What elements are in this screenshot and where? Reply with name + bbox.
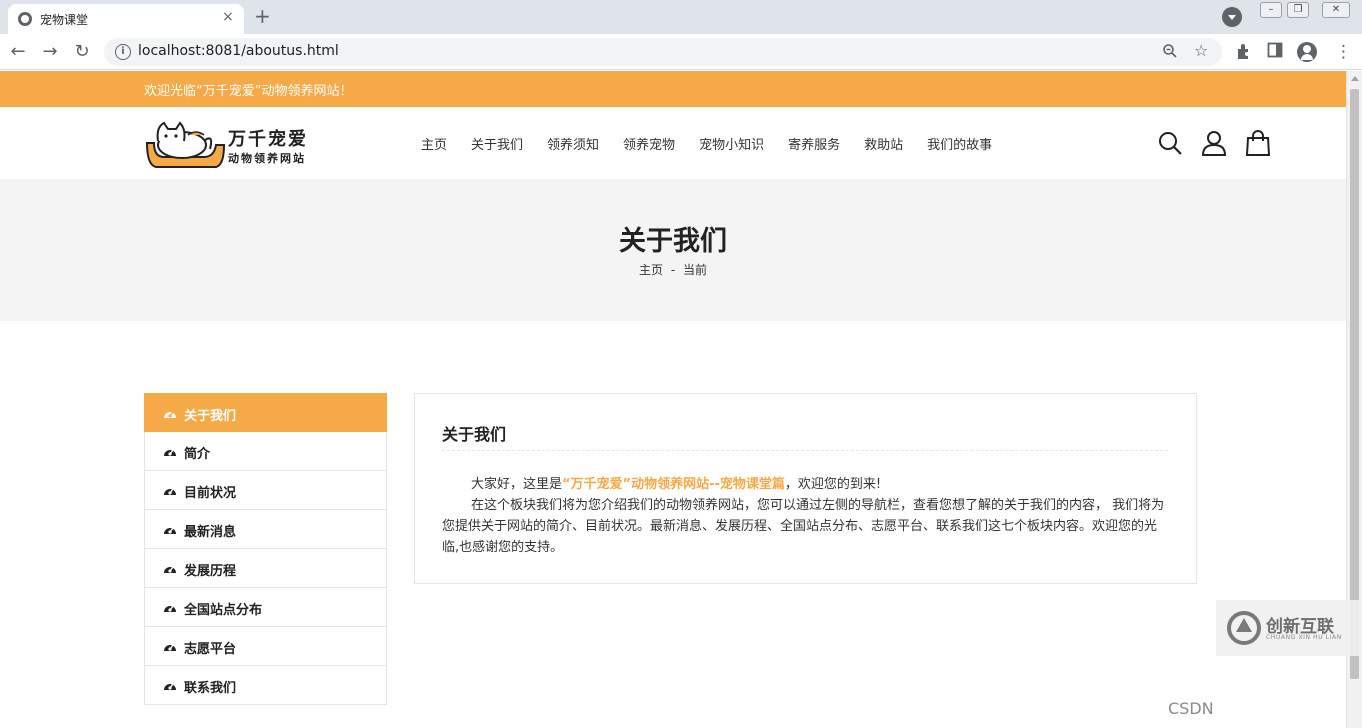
dashboard-icon bbox=[164, 605, 176, 612]
url-text[interactable]: localhost:8081/aboutus.html bbox=[138, 43, 339, 59]
zoom-icon[interactable] bbox=[1162, 43, 1178, 63]
nav-item-about[interactable]: 关于我们 bbox=[471, 134, 523, 153]
welcome-text: 欢迎光临“万千宠爱”动物领养网站！ bbox=[144, 84, 353, 99]
about-content: 关于我们 大家好，这里是“万千宠爱”动物领养网站--宠物课堂篇，欢迎您的到来! … bbox=[414, 393, 1197, 584]
sidebar-item-label: 最新消息 bbox=[184, 525, 237, 540]
tab-title: 宠物课堂 bbox=[40, 13, 89, 27]
profile-avatar-icon[interactable] bbox=[1297, 42, 1317, 62]
main-nav: 主页 关于我们 领养须知 领养宠物 宠物小知识 寄养服务 救助站 我们的故事 bbox=[421, 134, 1016, 153]
brand-subtitle: CHUANG XIN HU LIAN bbox=[1266, 634, 1342, 641]
menu-kebab-icon[interactable]: ⋮ bbox=[1335, 42, 1352, 62]
scroll-up-icon[interactable] bbox=[1351, 76, 1359, 81]
close-window-button[interactable]: ✕ bbox=[1322, 2, 1350, 18]
sidebar-item-contact[interactable]: 联系我们 bbox=[144, 666, 387, 705]
sidebar-item-label: 简介 bbox=[184, 447, 211, 462]
sidebar-item-label: 全国站点分布 bbox=[184, 603, 263, 618]
shopping-bag-icon[interactable] bbox=[1244, 129, 1272, 157]
back-icon[interactable]: ← bbox=[6, 40, 30, 64]
nav-item-rescue[interactable]: 救助站 bbox=[864, 134, 903, 153]
content-text-after: ，欢迎您的到来! bbox=[784, 477, 882, 492]
tab-search-icon[interactable] bbox=[1222, 7, 1242, 27]
breadcrumb-separator: - bbox=[670, 263, 676, 277]
sidebar-item-label: 志愿平台 bbox=[184, 642, 237, 657]
nav-item-boarding[interactable]: 寄养服务 bbox=[788, 134, 840, 153]
breadcrumb-home[interactable]: 主页 bbox=[639, 263, 663, 277]
sidebar-item-label: 目前状况 bbox=[184, 486, 237, 501]
sidebar-item-label: 联系我们 bbox=[184, 681, 237, 696]
content-paragraph: 大家好，这里是“万千宠爱”动物领养网站--宠物课堂篇，欢迎您的到来! bbox=[442, 474, 1170, 495]
sidebar-item-stations[interactable]: 全国站点分布 bbox=[144, 588, 387, 627]
reload-icon[interactable]: ↻ bbox=[70, 40, 94, 64]
sidebar-item-volunteer[interactable]: 志愿平台 bbox=[144, 627, 387, 666]
browser-tab-bar: 宠物课堂 × + – ❐ ✕ bbox=[0, 0, 1362, 34]
close-tab-icon[interactable]: × bbox=[222, 9, 234, 25]
dashboard-icon bbox=[164, 449, 176, 456]
page-title: 关于我们 bbox=[619, 226, 727, 257]
user-icon[interactable] bbox=[1200, 129, 1228, 157]
nav-item-our-story[interactable]: 我们的故事 bbox=[927, 134, 992, 153]
content-text-before: 大家好，这里是 bbox=[471, 477, 563, 492]
browser-tab[interactable]: 宠物课堂 × bbox=[8, 4, 244, 34]
web-page: 欢迎光临“万千宠爱”动物领养网站！ 万千宠爱 动物领养网站 主页 关于我们 领养… bbox=[0, 71, 1346, 728]
content-body: 大家好，这里是“万千宠爱”动物领养网站--宠物课堂篇，欢迎您的到来! 在这个板块… bbox=[442, 474, 1170, 558]
side-panel-icon[interactable] bbox=[1267, 42, 1283, 63]
sidebar-item-status[interactable]: 目前状况 bbox=[144, 471, 387, 510]
breadcrumb: 主页 - 当前 bbox=[0, 261, 1346, 278]
minimize-window-button[interactable]: – bbox=[1260, 2, 1282, 18]
restore-window-button[interactable]: ❐ bbox=[1287, 2, 1309, 18]
bookmark-star-icon[interactable]: ☆ bbox=[1194, 41, 1208, 60]
extensions-icon[interactable] bbox=[1235, 42, 1253, 65]
logo-subtitle: 动物领养网站 bbox=[228, 152, 306, 165]
dashboard-icon bbox=[164, 488, 176, 495]
site-info-icon[interactable]: i bbox=[115, 44, 131, 60]
sidebar-item-about[interactable]: 关于我们 bbox=[144, 393, 387, 432]
page-banner: 关于我们 主页 - 当前 bbox=[0, 179, 1346, 321]
csdn-watermark: CSDN bbox=[1168, 699, 1214, 718]
dashboard-icon bbox=[164, 683, 176, 690]
sidebar-item-label: 关于我们 bbox=[184, 409, 237, 424]
dashboard-icon bbox=[164, 644, 176, 651]
sidebar-item-intro[interactable]: 简介 bbox=[144, 432, 387, 471]
nav-item-adopt-pets[interactable]: 领养宠物 bbox=[623, 134, 675, 153]
sidebar-item-news[interactable]: 最新消息 bbox=[144, 510, 387, 549]
content-title: 关于我们 bbox=[442, 425, 507, 444]
brand-logo-icon bbox=[1227, 611, 1261, 645]
globe-icon bbox=[18, 12, 32, 26]
sidebar-item-label: 发展历程 bbox=[184, 564, 237, 579]
content-paragraph: 在这个板块我们将为您介绍我们的动物领养网站，您可以通过左侧的导航栏，查看您想了解… bbox=[442, 498, 1165, 555]
site-name-highlight: “万千宠爱”动物领养网站--宠物课堂篇 bbox=[562, 477, 785, 492]
site-logo[interactable]: 万千宠爱 动物领养网站 bbox=[144, 115, 316, 171]
nav-item-pet-tips[interactable]: 宠物小知识 bbox=[699, 134, 764, 153]
content-divider bbox=[442, 450, 1168, 451]
nav-item-adoption-notice[interactable]: 领养须知 bbox=[547, 134, 599, 153]
dashboard-icon bbox=[164, 566, 176, 573]
brand-watermark: 创新互联 CHUANG XIN HU LIAN bbox=[1216, 600, 1362, 656]
sidebar-item-history[interactable]: 发展历程 bbox=[144, 549, 387, 588]
welcome-bar: 欢迎光临“万千宠爱”动物领养网站！ bbox=[0, 71, 1346, 107]
breadcrumb-current: 当前 bbox=[683, 263, 708, 277]
about-sidebar: 关于我们 简介 目前状况 最新消息 发展历程 全国站点分布 志愿平台 联系我们 bbox=[144, 393, 387, 705]
site-header: 万千宠爱 动物领养网站 主页 关于我们 领养须知 领养宠物 宠物小知识 寄养服务… bbox=[0, 107, 1346, 179]
search-icon[interactable] bbox=[1156, 129, 1184, 157]
address-bar[interactable]: i localhost:8081/aboutus.html ☆ bbox=[104, 38, 1222, 66]
logo-title: 万千宠爱 bbox=[228, 129, 308, 150]
scrollbar-thumb[interactable] bbox=[1350, 89, 1359, 679]
nav-item-home[interactable]: 主页 bbox=[421, 134, 447, 153]
browser-toolbar: ← → ↻ i localhost:8081/aboutus.html ☆ ⋮ bbox=[0, 34, 1362, 70]
new-tab-button[interactable]: + bbox=[254, 5, 271, 27]
cat-logo-icon bbox=[145, 121, 226, 168]
forward-icon[interactable]: → bbox=[38, 40, 62, 64]
dashboard-icon bbox=[164, 411, 176, 418]
dashboard-icon bbox=[164, 527, 176, 534]
